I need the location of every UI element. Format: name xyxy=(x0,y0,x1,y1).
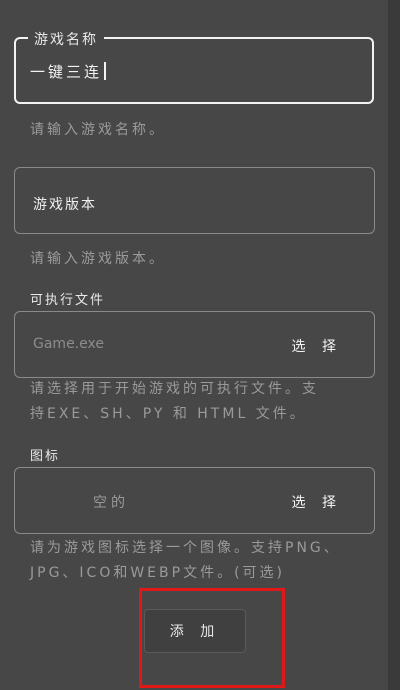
game-name-field[interactable]: 游戏名称 一键三连 xyxy=(14,29,374,104)
executable-placeholder: Game.exe xyxy=(33,336,104,352)
icon-helper-line1: 请为游戏图标选择一个图像。支持PNG、 xyxy=(30,540,341,556)
executable-helper-line1: 请选择用于开始游戏的可执行文件。支 xyxy=(30,381,319,397)
icon-placeholder: 空的 xyxy=(93,495,129,511)
game-name-value: 一键三连 xyxy=(30,63,103,81)
text-caret xyxy=(104,62,107,80)
game-name-helper: 请输入游戏名称。 xyxy=(30,122,166,138)
icon-field[interactable]: 空的 选 择 xyxy=(14,467,375,534)
icon-section-label: 图标 xyxy=(30,449,61,464)
add-button[interactable]: 添 加 xyxy=(144,609,246,653)
executable-select-button[interactable]: 选 择 xyxy=(292,336,342,356)
executable-field[interactable]: Game.exe 选 择 xyxy=(14,311,375,378)
game-version-field[interactable]: 游戏版本 xyxy=(14,167,375,234)
icon-helper-line2: JPG、ICO和WEBP文件。(可选) xyxy=(30,565,286,581)
game-version-helper: 请输入游戏版本。 xyxy=(30,251,166,267)
executable-section-label: 可执行文件 xyxy=(30,293,106,308)
icon-select-button[interactable]: 选 择 xyxy=(292,492,342,512)
scrollbar[interactable] xyxy=(388,0,400,690)
game-name-input[interactable]: 一键三连 xyxy=(30,61,107,82)
game-name-legend: 游戏名称 xyxy=(28,29,104,49)
game-version-label: 游戏版本 xyxy=(33,197,97,213)
executable-helper-line2: 持EXE、SH、PY 和 HTML 文件。 xyxy=(30,406,307,422)
